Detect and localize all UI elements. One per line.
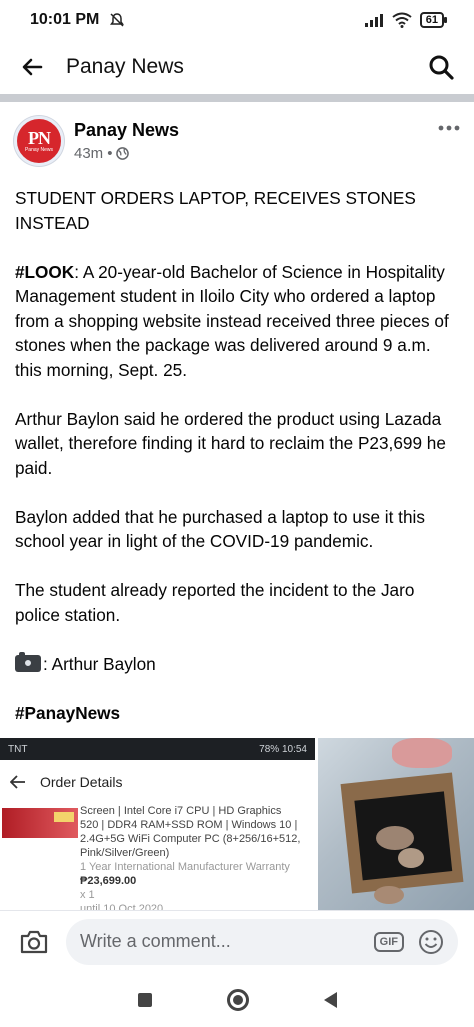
meta-separator: • — [107, 145, 113, 162]
product-line: Pink/Silver/Green) — [80, 847, 170, 859]
product-line: 2.4G+5G WiFi Computer PC (8+256/16+512, — [80, 833, 301, 845]
search-icon[interactable] — [428, 54, 454, 80]
avatar-logo-subtext: Panay News — [24, 147, 54, 153]
stone — [376, 826, 414, 850]
battery-indicator: 61 — [419, 12, 448, 28]
post-timestamp[interactable]: 43m — [74, 145, 103, 162]
photo-credit: : Arthur Baylon — [15, 651, 460, 677]
signal-icon — [364, 14, 383, 27]
screenshot-title: Order Details — [40, 774, 123, 790]
recents-button[interactable] — [137, 992, 152, 1007]
product-until: until 10 Oct 2020 — [80, 903, 164, 910]
product-thumbnail — [2, 808, 78, 838]
post-paragraph: #LOOK: A 20-year-old Bachelor of Science… — [15, 260, 460, 383]
post-header: PN Panay News Panay News 43m • — [14, 116, 460, 172]
post-image-stones-box[interactable] — [318, 738, 474, 910]
product-warranty: 1 Year International Manufacturer Warran… — [80, 861, 290, 873]
comment-bar: Write a comment... GIF — [0, 910, 474, 972]
comment-placeholder: Write a comment... — [80, 931, 231, 951]
comment-input[interactable]: Write a comment... GIF — [66, 918, 458, 965]
page-avatar[interactable]: PN Panay News — [14, 116, 64, 166]
status-bar: 10:01 PM 61 — [0, 0, 474, 40]
stone — [398, 848, 424, 868]
product-price: ₱23,699.00 — [80, 875, 137, 887]
globe-icon — [116, 147, 130, 160]
mute-icon — [110, 13, 125, 27]
gif-button[interactable]: GIF — [373, 931, 404, 952]
camera-emoji-icon — [15, 651, 41, 672]
page-title: Panay News — [66, 55, 184, 78]
stone — [374, 886, 404, 904]
post-image-order-screenshot[interactable]: TNT 78% 10:54 Order Details Screen | Int… — [0, 738, 315, 910]
section-divider — [0, 94, 474, 102]
screenshot-order-item: Screen | Intel Core i7 CPU | HD Graphics… — [0, 804, 315, 910]
screenshot-time: 78% 10:54 — [259, 743, 307, 755]
back-button[interactable] — [323, 991, 337, 1008]
photo-credit-text: : Arthur Baylon — [43, 653, 156, 674]
product-line: 520 | DDR4 RAM+SSD ROM | Windows 10 | — [80, 819, 298, 831]
post-paragraph: The student already reported the inciden… — [15, 580, 415, 625]
paragraph-text: : A 20-year-old Bachelor of Science in H… — [15, 261, 449, 380]
wifi-icon — [392, 12, 412, 28]
product-line: Screen | Intel Core i7 CPU | HD Graphics — [80, 805, 282, 817]
post-paragraph: Baylon added that he purchased a laptop … — [15, 506, 425, 552]
screenshot-header: Order Details — [0, 760, 315, 804]
more-dots-icon — [438, 125, 460, 131]
page-name[interactable]: Panay News — [74, 120, 179, 141]
system-nav-bar — [0, 972, 474, 1027]
status-time: 10:01 PM — [30, 11, 100, 28]
screenshot-back-icon — [10, 775, 25, 789]
post-headline: STUDENT ORDERS LAPTOP, RECEIVES STONES I… — [15, 188, 416, 233]
post-paragraph: Arthur Baylon said he ordered the produc… — [15, 408, 446, 478]
screenshot-carrier: TNT — [8, 743, 28, 755]
app-header: Panay News — [0, 40, 474, 94]
look-hashtag[interactable]: #LOOK — [15, 262, 74, 282]
screenshot-status-bar: TNT 78% 10:54 — [0, 738, 315, 760]
product-quantity: x 1 — [80, 889, 95, 901]
camera-button[interactable] — [16, 924, 52, 960]
back-arrow-icon[interactable] — [20, 55, 44, 79]
avatar-logo-text: PN — [28, 128, 51, 148]
more-options-button[interactable] — [438, 120, 460, 131]
flower-decoration — [392, 738, 452, 768]
emoji-icon[interactable] — [418, 929, 444, 955]
panaynews-hashtag[interactable]: #PanayNews — [15, 701, 460, 726]
camera-icon — [20, 930, 48, 953]
home-button[interactable] — [226, 988, 249, 1011]
post-text: STUDENT ORDERS LAPTOP, RECEIVES STONES I… — [15, 186, 460, 750]
